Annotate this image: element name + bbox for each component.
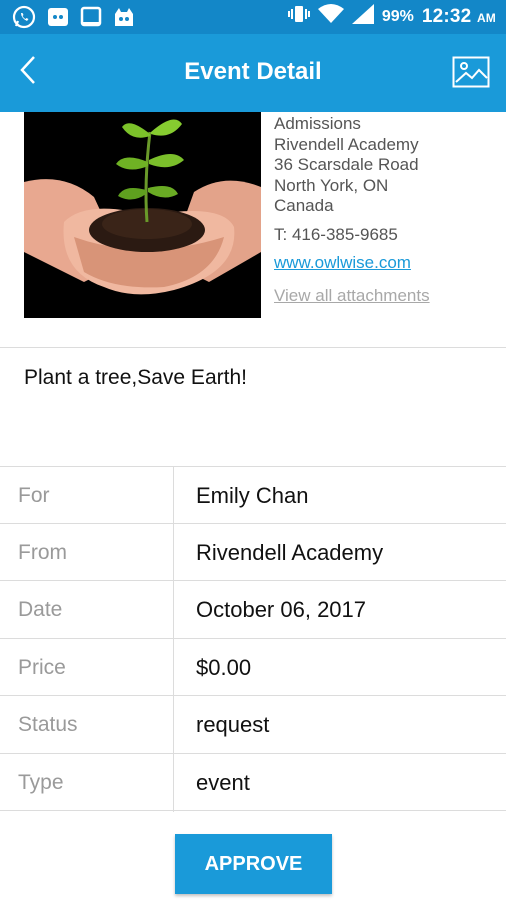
table-row: From Rivendell Academy xyxy=(0,524,506,581)
organizer-line: Canada xyxy=(274,196,334,215)
divider xyxy=(0,347,506,348)
table-row: Price $0.00 xyxy=(0,639,506,696)
detail-value-for: Emily Chan xyxy=(196,483,309,508)
page-title: Event Detail xyxy=(184,58,322,85)
organizer-line: North York, ON xyxy=(274,175,389,195)
view-attachments-link[interactable]: View all attachments xyxy=(274,286,430,307)
detail-label-date: Date xyxy=(18,598,63,621)
whatsapp-icon xyxy=(12,5,36,29)
approve-button[interactable]: APPROVE xyxy=(175,834,332,894)
status-bar: 99% 12:32 AM xyxy=(0,0,506,34)
detail-value-date: October 06, 2017 xyxy=(196,597,367,622)
cat-app-icon xyxy=(46,5,70,29)
organizer-line: Admissions xyxy=(274,114,361,133)
table-row: Status request xyxy=(0,696,506,754)
detail-label-type: Type xyxy=(18,770,64,794)
image-gallery-icon xyxy=(452,56,490,92)
notification-icons xyxy=(12,5,136,29)
wifi-icon xyxy=(317,4,344,29)
detail-value-status: request xyxy=(196,712,270,737)
event-image xyxy=(24,112,261,318)
detail-value-from: Rivendell Academy xyxy=(196,539,384,565)
app-bar: Event Detail xyxy=(0,34,506,112)
battery-percentage: 99% xyxy=(381,7,414,25)
organizer-website-link[interactable]: www.owlwise.com xyxy=(274,253,430,274)
clock: 12:32 AM xyxy=(422,6,496,28)
column-separator xyxy=(173,466,174,812)
event-description: Plant a tree,Save Earth! xyxy=(24,366,247,389)
detail-label-status: Status xyxy=(18,713,78,736)
table-row: Date October 06, 2017 xyxy=(0,581,506,639)
android-icon xyxy=(112,6,136,28)
tablet-icon xyxy=(80,6,102,28)
table-row: For Emily Chan xyxy=(0,466,506,524)
detail-label-from: From xyxy=(18,540,67,564)
organizer-line: Rivendell Academy xyxy=(274,134,419,154)
signal-icon xyxy=(351,4,374,29)
table-row: Type event xyxy=(0,754,506,811)
organizer-info: Admissions Rivendell Academy 36 Scarsdal… xyxy=(274,114,430,306)
clock-time: 12:32 xyxy=(421,5,472,27)
detail-value-price: $0.00 xyxy=(196,654,252,680)
detail-value-type: event xyxy=(196,769,250,795)
vibrate-icon xyxy=(287,5,310,28)
organizer-phone[interactable]: T: 416-385-9685 xyxy=(274,225,430,246)
clock-ampm: AM xyxy=(476,10,496,25)
event-details-table: For Emily Chan From Rivendell Academy Da… xyxy=(0,466,506,811)
system-indicators: 99% 12:32 AM xyxy=(287,4,496,29)
detail-label-price: Price xyxy=(18,655,66,679)
organizer-line: 36 Scarsdale Road xyxy=(274,155,419,174)
detail-label-for: For xyxy=(18,484,50,507)
gallery-button[interactable] xyxy=(452,56,490,88)
